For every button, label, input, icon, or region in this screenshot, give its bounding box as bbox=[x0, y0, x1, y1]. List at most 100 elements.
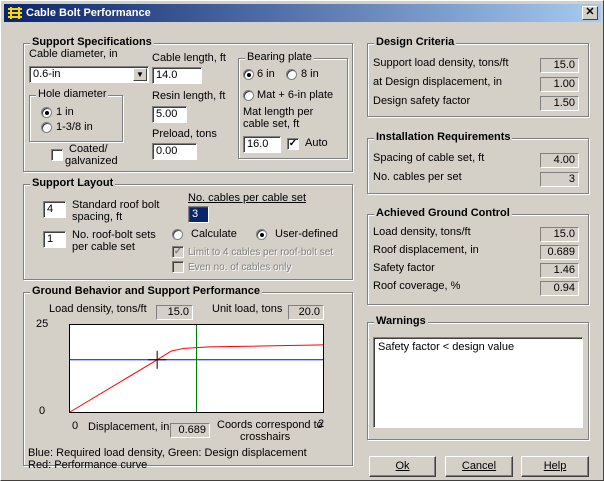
limit-cables-label: Limit to 4 cables per roof-bolt set bbox=[188, 247, 334, 258]
even-cables-label: Even no. of cables only bbox=[188, 262, 292, 273]
calculate-radio[interactable] bbox=[172, 229, 183, 240]
hole-1-3-8in-label: 1-3/8 in bbox=[56, 121, 93, 133]
dc-value-1: 1.00 bbox=[540, 77, 579, 92]
user-defined-label: User-defined bbox=[275, 228, 338, 240]
inst-label-0: Spacing of cable set, ft bbox=[373, 152, 485, 164]
x-tick-min: 0 bbox=[72, 420, 79, 432]
mat-length-input[interactable]: 16.0 bbox=[243, 136, 281, 153]
app-icon bbox=[8, 7, 22, 19]
hole-1in-radio[interactable] bbox=[41, 107, 52, 118]
ground-behavior-group: Ground Behavior and Support Performance … bbox=[23, 285, 353, 471]
auto-label: Auto bbox=[305, 137, 328, 149]
group-title: Hole diameter bbox=[36, 88, 109, 100]
group-title: Bearing plate bbox=[245, 51, 314, 63]
inst-value-1: 3 bbox=[540, 172, 579, 187]
group-title: Design Criteria bbox=[374, 36, 457, 48]
ach-value-1: 0.689 bbox=[540, 245, 579, 260]
coated-checkbox[interactable] bbox=[51, 149, 63, 161]
hole-diameter-group: Hole diameter 1 in 1-3/8 in bbox=[29, 88, 123, 142]
ach-label-1: Roof displacement, in bbox=[373, 244, 479, 256]
cable-length-label: Cable length, ft bbox=[152, 52, 226, 64]
resin-length-input[interactable]: 5.00 bbox=[152, 106, 187, 123]
preload-input[interactable]: 0.00 bbox=[152, 143, 197, 160]
plate-8in-label: 8 in bbox=[301, 68, 319, 80]
load-density-value: 15.0 bbox=[156, 305, 193, 320]
dc-value-0: 15.0 bbox=[540, 58, 579, 73]
bearing-plate-group: Bearing plate 6 in 8 in Mat + 6-in plate… bbox=[238, 51, 348, 159]
ach-value-0: 15.0 bbox=[540, 227, 579, 242]
title-bar[interactable]: Cable Bolt Performance ✕ bbox=[4, 4, 601, 22]
displacement-value: 0.689 bbox=[170, 423, 210, 438]
cables-per-set-input[interactable]: 3 bbox=[188, 206, 209, 223]
warnings-group: Warnings Safety factor < design value bbox=[367, 315, 589, 440]
legend-line-2: Red: Performance curve bbox=[28, 459, 148, 471]
dc-value-2: 1.50 bbox=[540, 96, 579, 111]
group-title: Support Layout bbox=[30, 177, 116, 189]
limit-cables-checkbox[interactable]: ✓ bbox=[172, 246, 184, 258]
installation-group: Installation Requirements Spacing of cab… bbox=[367, 131, 589, 194]
help-button-label: Help bbox=[543, 460, 567, 472]
cable-bolt-window: Cable Bolt Performance ✕ Support Specifi… bbox=[0, 0, 604, 481]
support-layout-group: Support Layout 4 Standard roof bolt spac… bbox=[23, 177, 353, 280]
plate-mat-label: Mat + 6-in plate bbox=[257, 89, 334, 101]
ach-label-0: Load density, tons/ft bbox=[373, 226, 471, 238]
dc-label-1: at Design displacement, in bbox=[373, 76, 503, 88]
performance-chart[interactable] bbox=[69, 324, 324, 413]
plate-mat-radio[interactable] bbox=[243, 90, 254, 101]
cable-diameter-select[interactable]: 0.6-in ▼ bbox=[29, 66, 149, 83]
displacement-label: Displacement, in bbox=[88, 421, 170, 433]
plate-8in-radio[interactable] bbox=[286, 69, 297, 80]
galvanized-label: galvanized bbox=[65, 155, 118, 167]
y-tick-min: 0 bbox=[39, 405, 46, 417]
user-defined-radio[interactable] bbox=[256, 229, 267, 240]
mat-length-label-2: cable set, ft bbox=[243, 118, 300, 130]
ok-button-label: Ok bbox=[395, 460, 410, 472]
inst-value-0: 4.00 bbox=[540, 153, 579, 168]
roof-bolt-sets-label-2: per cable set bbox=[72, 241, 135, 253]
cable-diameter-value: 0.6-in bbox=[33, 68, 61, 80]
group-title: Achieved Ground Control bbox=[374, 207, 512, 219]
cancel-button[interactable]: Cancel bbox=[445, 456, 513, 477]
load-density-label: Load density, tons/ft bbox=[49, 303, 147, 315]
y-tick-max: 25 bbox=[36, 318, 49, 330]
group-title: Installation Requirements bbox=[374, 131, 513, 143]
plate-6in-label: 6 in bbox=[257, 68, 275, 80]
inst-label-1: No. cables per set bbox=[373, 171, 462, 183]
hole-1in-label: 1 in bbox=[56, 106, 74, 118]
unit-load-label: Unit load, tons bbox=[212, 303, 283, 315]
auto-checkbox[interactable]: ✓ bbox=[287, 138, 299, 150]
help-button[interactable]: Help bbox=[521, 456, 589, 477]
dc-label-2: Design safety factor bbox=[373, 95, 471, 107]
close-button[interactable]: ✕ bbox=[582, 6, 598, 20]
hole-1-3-8in-radio[interactable] bbox=[41, 122, 52, 133]
ach-value-2: 1.46 bbox=[540, 263, 579, 278]
calculate-label: Calculate bbox=[191, 228, 237, 240]
ach-label-3: Roof coverage, % bbox=[373, 280, 461, 292]
plate-6in-radio[interactable] bbox=[243, 69, 254, 80]
achieved-group: Achieved Ground Control Load density, to… bbox=[367, 207, 589, 305]
support-specifications-group: Support Specifications Cable diameter, i… bbox=[23, 36, 353, 172]
ach-value-3: 0.94 bbox=[540, 281, 579, 296]
cable-length-input[interactable]: 14.0 bbox=[152, 67, 202, 84]
window-title: Cable Bolt Performance bbox=[26, 7, 151, 19]
cables-per-set-label: No. cables per cable set bbox=[188, 192, 307, 204]
roof-bolt-spacing-label-2: spacing, ft bbox=[72, 211, 123, 223]
ach-label-2: Safety factor bbox=[373, 262, 435, 274]
cancel-button-label: Cancel bbox=[461, 460, 497, 472]
group-title: Warnings bbox=[374, 315, 428, 327]
preload-label: Preload, tons bbox=[152, 128, 217, 140]
cable-diameter-label: Cable diameter, in bbox=[29, 48, 118, 60]
unit-load-value: 20.0 bbox=[288, 305, 324, 320]
warnings-text[interactable]: Safety factor < design value bbox=[373, 337, 583, 428]
even-cables-checkbox[interactable] bbox=[172, 261, 184, 273]
resin-length-label: Resin length, ft bbox=[152, 90, 226, 102]
chevron-down-icon[interactable]: ▼ bbox=[133, 68, 147, 81]
roof-bolt-spacing-input[interactable]: 4 bbox=[43, 201, 66, 218]
group-title: Ground Behavior and Support Performance bbox=[30, 285, 262, 297]
ok-button[interactable]: Ok bbox=[369, 456, 436, 477]
dc-label-0: Support load density, tons/ft bbox=[373, 57, 509, 69]
group-title: Support Specifications bbox=[30, 36, 154, 48]
design-criteria-group: Design Criteria Support load density, to… bbox=[367, 36, 589, 117]
roof-bolt-sets-input[interactable]: 1 bbox=[43, 231, 66, 248]
crosshairs-label: crosshairs bbox=[240, 431, 291, 443]
